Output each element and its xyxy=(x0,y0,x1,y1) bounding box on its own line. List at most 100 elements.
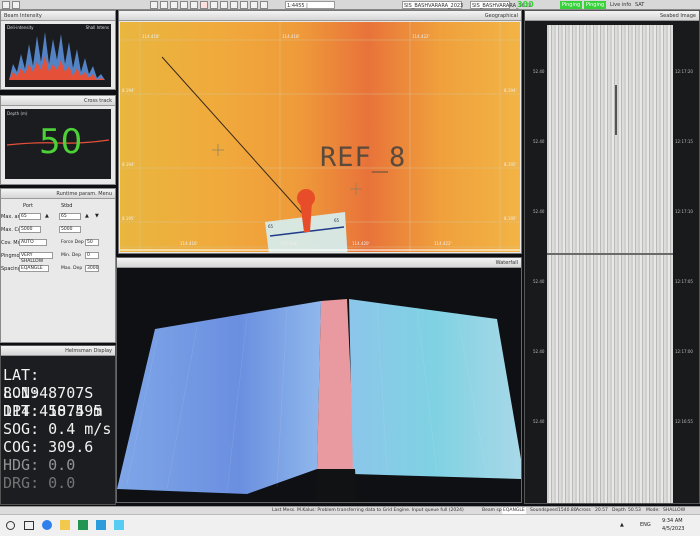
seabed-right-tick-5: 12:16:55 xyxy=(675,419,693,424)
app-icon-c[interactable] xyxy=(114,520,124,530)
seabed-image-panel: Seabed Image 52.40 52.40 52.40 52.40 52.… xyxy=(524,10,700,504)
project-tab[interactable]: SIS_BASHVARARA_2023 xyxy=(470,1,531,9)
seabed-image-strip[interactable] xyxy=(547,25,673,503)
help-icon[interactable] xyxy=(260,1,268,9)
geo-bottom-tick-1: 114.418' xyxy=(280,241,298,246)
max-angle-port-input[interactable]: 65 xyxy=(19,213,41,220)
grid-icon[interactable] xyxy=(220,1,228,9)
search-icon[interactable] xyxy=(6,521,15,530)
network-icon[interactable]: ▲ xyxy=(620,522,624,528)
clock-time[interactable]: 9:34 AM xyxy=(662,518,683,524)
sog-key: SOG: xyxy=(3,420,40,438)
port-angle-stepper[interactable]: ▲ xyxy=(45,213,51,219)
seabed-right-tick-1: 12:17:15 xyxy=(675,139,693,144)
waterfall-title: Waterfall xyxy=(495,260,518,266)
beam-intensity-plot: Deli-intensity Shall Intens xyxy=(5,24,111,87)
geo-top-tick-2: 114.422' xyxy=(412,34,430,39)
scale-readout: 1:4455 | 8.19k(14.425) xyxy=(285,1,335,17)
lat-key: LAT: xyxy=(3,366,40,384)
cog-key: COG: xyxy=(3,438,40,456)
max-depth-input[interactable]: 3000 xyxy=(85,265,99,272)
geo-right-tick-1: 8.195' xyxy=(504,162,517,167)
os-taskbar: ▲ ENG 9:34 AM 4/5/2023 xyxy=(0,514,700,536)
ref-8-label: REF_8 xyxy=(320,142,407,173)
cov-mode-select[interactable]: AUTO xyxy=(19,239,47,246)
export-icon[interactable] xyxy=(250,1,258,9)
geo-bottom-tick-2: 114.420' xyxy=(352,241,370,246)
beam-intensity-graph xyxy=(9,32,105,80)
force-depth-label: Force Dep xyxy=(61,240,84,245)
cross-track-panel: Cross track Depth (m) 50 xyxy=(0,95,116,185)
runtime-title: Runtime param. Menu xyxy=(56,191,112,197)
sat-label: SAT xyxy=(635,2,645,8)
coverage-label-stbd: 65 xyxy=(334,218,340,223)
seabed-left-tick-0: 52.40 xyxy=(533,69,545,74)
dpt-key: DPT: xyxy=(3,402,40,420)
waterfall-panel: Waterfall xyxy=(116,257,522,503)
file-tab[interactable]: SIS_BASHVARARA_2023 xyxy=(402,1,463,9)
stbd-label: Stbd xyxy=(61,203,73,209)
hdg-key: HDG: xyxy=(3,456,40,474)
cross-track-plot: Depth (m) 50 xyxy=(5,109,111,179)
geo-left-tick-2: 8.195' xyxy=(122,216,135,221)
seabed-left-tick-2: 52.40 xyxy=(533,209,545,214)
print-icon[interactable] xyxy=(240,1,248,9)
dpt-value: 50.5 m xyxy=(48,402,103,420)
beam-intensity-title: Beam Intensity xyxy=(4,13,42,19)
settings-icon[interactable] xyxy=(230,1,238,9)
clock-date[interactable]: 4/5/2023 xyxy=(662,526,684,532)
menu-icon[interactable] xyxy=(2,1,10,9)
layers-icon[interactable] xyxy=(210,1,218,9)
file-icon[interactable] xyxy=(12,1,20,9)
geo-map-canvas[interactable]: REF_8 114.418' 114.418' 114.422' 114.416… xyxy=(120,22,520,252)
max-angle-stbd-input[interactable]: 65 xyxy=(59,213,81,220)
pan-tool-icon[interactable] xyxy=(180,1,188,9)
ruler-icon[interactable] xyxy=(200,1,208,9)
seabed-right-tick-3: 12:17:05 xyxy=(675,279,693,284)
depth-big-readout: 50 xyxy=(39,122,83,162)
pinging-badge-a[interactable]: Pinging xyxy=(560,1,582,9)
geo-right-tick-0: 8.194' xyxy=(504,88,517,93)
cross-track-title: Cross track xyxy=(83,98,112,104)
runtime-param-panel: Runtime param. Menu Port Stbd Max. angl … xyxy=(0,188,116,343)
spacing-select[interactable]: EQANGLE xyxy=(19,265,49,272)
cog-value: 309.6 xyxy=(48,438,94,456)
seabed-left-tick-4: 52.40 xyxy=(533,349,545,354)
lon-key: LON: xyxy=(3,384,40,402)
stbd-angle-stepper-down[interactable]: ▼ xyxy=(95,213,101,219)
force-depth-input[interactable]: 50 xyxy=(85,239,99,246)
geo-left-tick-0: 8.194' xyxy=(122,88,135,93)
beam-sub-left: Deli-intensity xyxy=(7,25,34,30)
sog-value: 0.4 m/s xyxy=(48,420,112,438)
helmsman-panel: Helmsman Display LAT: 8.1948707S LON: 11… xyxy=(0,345,116,505)
min-depth-input[interactable]: 0 xyxy=(85,252,99,259)
top-toolbar: 1:4455 | 8.19k(14.425) SIS_BASHVARARA_20… xyxy=(0,0,700,17)
language-indicator[interactable]: ENG xyxy=(640,522,651,528)
geo-bottom-tick-3: 114.422' xyxy=(434,241,452,246)
task-view-icon[interactable] xyxy=(24,521,34,530)
geo-right-tick-2: 8.195' xyxy=(504,216,517,221)
zoom-in-icon[interactable] xyxy=(160,1,168,9)
seabed-title: Seabed Image xyxy=(660,13,696,19)
live-info-label[interactable]: Live info xyxy=(610,1,631,9)
max-cov-stbd-input[interactable]: 5000 xyxy=(59,226,81,233)
seabed-right-tick-4: 12:17:00 xyxy=(675,349,693,354)
folder-icon[interactable] xyxy=(60,520,70,530)
zoom-out-icon[interactable] xyxy=(170,1,178,9)
ping-mode-select[interactable]: VERY SHALLOW xyxy=(19,252,53,264)
stbd-angle-stepper[interactable]: ▲ xyxy=(85,213,91,219)
max-cov-port-input[interactable]: 5000 xyxy=(19,226,41,233)
app-icon-a[interactable] xyxy=(78,520,88,530)
geo-bottom-tick-0: 114.416' xyxy=(180,241,198,246)
app-icon-b[interactable] xyxy=(96,520,106,530)
browser-icon[interactable] xyxy=(42,520,52,530)
seabed-right-tick-0: 12:17:20 xyxy=(675,69,693,74)
pinging-badge-b[interactable]: Pinging xyxy=(584,1,606,9)
hdg-value: 0.0 xyxy=(48,456,76,474)
pointer-tool-icon[interactable] xyxy=(150,1,158,9)
measure-tool-icon[interactable] xyxy=(190,1,198,9)
waterfall-3d-view[interactable] xyxy=(117,269,521,503)
geo-left-tick-1: 8.194' xyxy=(122,162,135,167)
seabed-feature xyxy=(615,85,617,135)
helmsman-title: Helmsman Display xyxy=(65,348,112,354)
